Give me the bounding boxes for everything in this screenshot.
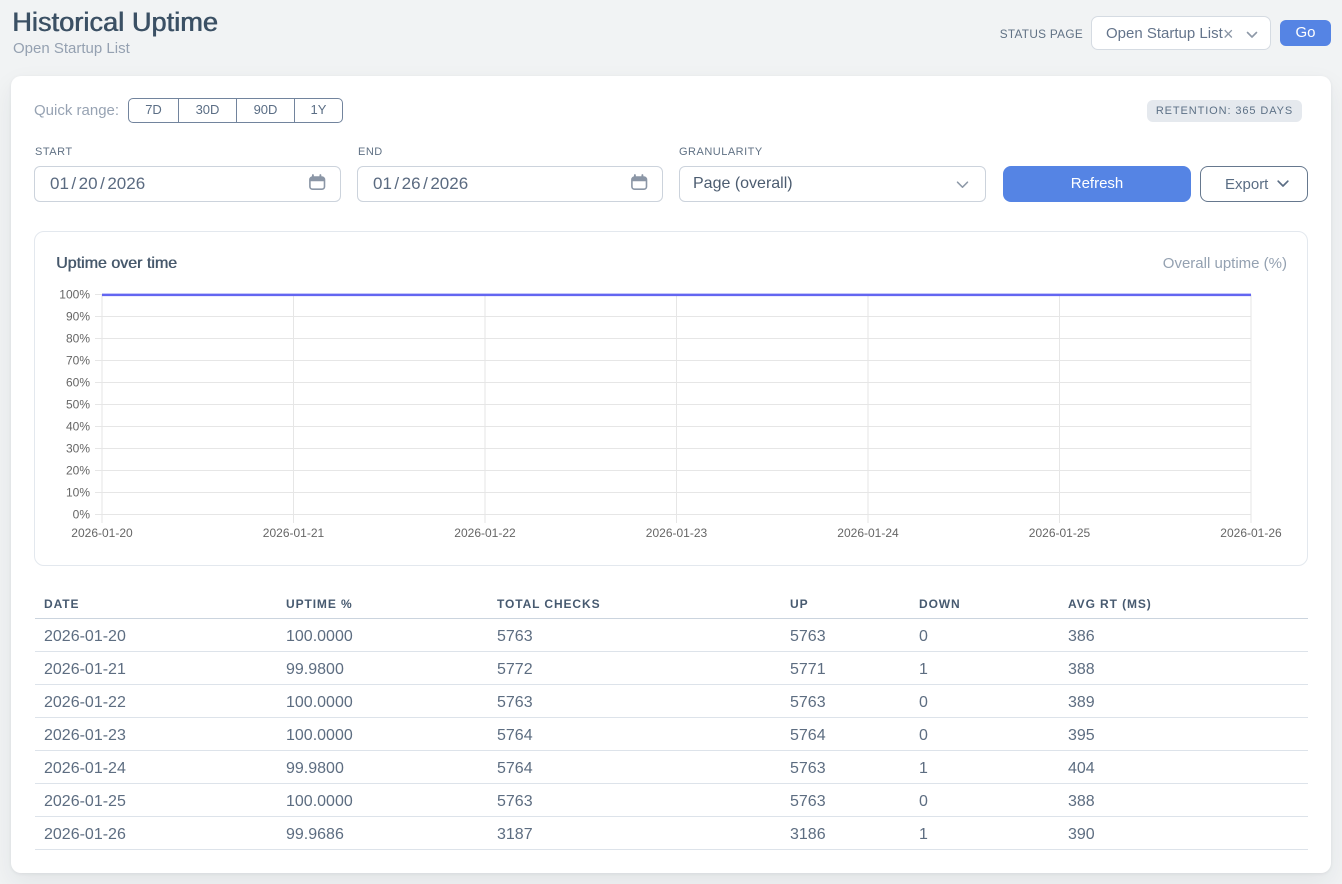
svg-text:2026-01-23: 2026-01-23 — [646, 526, 708, 540]
svg-text:80%: 80% — [66, 332, 90, 346]
svg-text:90%: 90% — [66, 310, 90, 324]
svg-text:2026-01-26: 2026-01-26 — [1220, 526, 1282, 540]
svg-text:2026-01-22: 2026-01-22 — [454, 526, 516, 540]
svg-text:20%: 20% — [66, 464, 90, 478]
svg-text:2026-01-21: 2026-01-21 — [263, 526, 325, 540]
svg-text:60%: 60% — [66, 376, 90, 390]
svg-text:70%: 70% — [66, 354, 90, 368]
svg-text:50%: 50% — [66, 398, 90, 412]
svg-text:0%: 0% — [73, 508, 91, 522]
svg-text:10%: 10% — [66, 486, 90, 500]
svg-text:2026-01-20: 2026-01-20 — [71, 526, 133, 540]
svg-text:30%: 30% — [66, 442, 90, 456]
svg-text:40%: 40% — [66, 420, 90, 434]
svg-text:2026-01-25: 2026-01-25 — [1029, 526, 1091, 540]
svg-text:100%: 100% — [59, 288, 90, 302]
svg-text:2026-01-24: 2026-01-24 — [837, 526, 899, 540]
